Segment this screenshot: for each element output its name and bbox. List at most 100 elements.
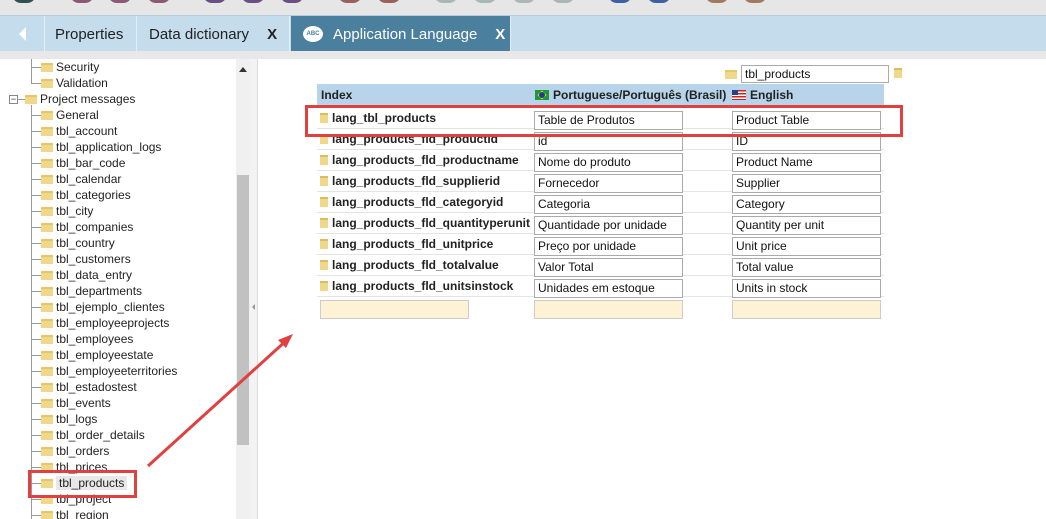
- toolbar-button[interactable]: [608, 0, 632, 3]
- toolbar-button[interactable]: [70, 0, 94, 3]
- folder-icon: [41, 286, 53, 296]
- tree-item-label: tbl_account: [56, 124, 118, 138]
- toolbar-button[interactable]: [743, 0, 767, 3]
- portuguese-input[interactable]: Preço por unidade: [534, 237, 683, 256]
- new-portuguese-input[interactable]: [534, 300, 683, 319]
- trash-icon[interactable]: [320, 239, 328, 249]
- tree-item[interactable]: tbl_companies: [41, 219, 133, 235]
- tree-item[interactable]: tbl_departments: [41, 283, 142, 299]
- toolbar-button[interactable]: [647, 0, 671, 3]
- toolbar-button[interactable]: [108, 0, 132, 3]
- trash-icon[interactable]: [320, 218, 328, 228]
- english-input[interactable]: Unit price: [732, 237, 881, 256]
- tree-item[interactable]: tbl_data_entry: [41, 267, 132, 283]
- tree-item[interactable]: tbl_order_details: [41, 427, 145, 443]
- trash-icon[interactable]: [320, 176, 328, 186]
- tree-item[interactable]: tbl_application_logs: [41, 139, 161, 155]
- close-tab-button[interactable]: X: [267, 26, 277, 43]
- folder-icon: [41, 206, 53, 216]
- tree-connector: [31, 227, 41, 228]
- toolbar-button[interactable]: [377, 0, 401, 3]
- trash-icon[interactable]: [320, 155, 328, 165]
- tree-item[interactable]: tbl_events: [41, 395, 111, 411]
- english-input[interactable]: Supplier: [732, 174, 881, 193]
- toolbar-button[interactable]: [338, 0, 362, 3]
- scrollbar-thumb[interactable]: [237, 175, 249, 445]
- toolbar-button[interactable]: [551, 0, 575, 3]
- tree-connector: [31, 179, 41, 180]
- english-input[interactable]: Units in stock: [732, 279, 881, 298]
- tab-label: Data dictionary: [149, 25, 250, 43]
- new-index-input[interactable]: [320, 300, 469, 319]
- tree-item[interactable]: tbl_logs: [41, 411, 97, 427]
- language-table: Index Portuguese/Português (Brasil) Engl…: [317, 84, 884, 319]
- folder-icon: [41, 222, 53, 232]
- toolbar-button[interactable]: [512, 0, 536, 3]
- portuguese-input[interactable]: Unidades em estoque: [534, 279, 683, 298]
- tree-item[interactable]: tbl_customers: [41, 251, 131, 267]
- toolbar-button[interactable]: [147, 0, 171, 3]
- folder-icon: [41, 414, 53, 424]
- collapse-arrow-icon[interactable]: [252, 304, 255, 310]
- tree-item[interactable]: tbl_employees: [41, 331, 133, 347]
- tree-item[interactable]: tbl_employeeterritories: [41, 363, 177, 379]
- tree-item[interactable]: tbl_calendar: [41, 171, 121, 187]
- tree-item[interactable]: tbl_ejemplo_clientes: [41, 299, 165, 315]
- trash-icon[interactable]: [894, 68, 902, 78]
- trash-icon[interactable]: [320, 260, 328, 270]
- tab-scroll-left-button[interactable]: [0, 16, 45, 52]
- tree-item[interactable]: tbl_region: [41, 507, 109, 519]
- project-tree: Security Validation Project messages − Gener…: [0, 59, 250, 519]
- tree-item[interactable]: General: [41, 107, 99, 123]
- tree-item[interactable]: tbl_city: [41, 203, 93, 219]
- tree-item[interactable]: Project messages: [25, 91, 135, 107]
- tree-item[interactable]: Security: [41, 59, 99, 75]
- tree-item[interactable]: tbl_employeestate: [41, 347, 153, 363]
- portuguese-input[interactable]: Quantidade por unidade: [534, 216, 683, 235]
- tree-item[interactable]: tbl_estadostest: [41, 379, 137, 395]
- tree-item[interactable]: tbl_country: [41, 235, 115, 251]
- trash-icon[interactable]: [320, 281, 328, 291]
- toolbar-button[interactable]: [705, 0, 729, 3]
- tree-item[interactable]: tbl_bar_code: [41, 155, 125, 171]
- table-row: lang_products_fld_unitprice Preço por un…: [317, 234, 884, 256]
- scroll-up-icon[interactable]: [239, 67, 247, 72]
- english-input[interactable]: Quantity per unit: [732, 216, 881, 235]
- tree-item[interactable]: tbl_account: [41, 123, 117, 139]
- tab-application-language[interactable]: ABC Application Language X: [291, 16, 511, 52]
- toolbar-button[interactable]: [280, 0, 304, 3]
- tree-connector: [31, 467, 41, 468]
- english-input[interactable]: Category: [732, 195, 881, 214]
- tab-data-dictionary[interactable]: Data dictionary X: [137, 16, 290, 52]
- tree-item[interactable]: tbl_orders: [41, 443, 109, 459]
- english-input[interactable]: Total value: [732, 258, 881, 277]
- tree-item-label: tbl_employees: [56, 332, 134, 346]
- folder-icon: [41, 190, 53, 200]
- table-name-input[interactable]: tbl_products: [741, 65, 889, 83]
- portuguese-input[interactable]: Valor Total: [534, 258, 683, 277]
- toolbar-button[interactable]: [12, 0, 36, 3]
- tree-item-label: tbl_orders: [56, 444, 110, 458]
- index-key: lang_products_fld_quantityperunit: [332, 216, 531, 230]
- header-portuguese: Portuguese/Português (Brasil): [535, 88, 726, 102]
- english-input[interactable]: Product Name: [732, 153, 881, 172]
- tree-item-label: tbl_calendar: [56, 172, 122, 186]
- portuguese-input[interactable]: Nome do produto: [534, 153, 683, 172]
- tree-item[interactable]: tbl_employeeprojects: [41, 315, 169, 331]
- tree-connector: [31, 211, 41, 212]
- portuguese-input[interactable]: Fornecedor: [534, 174, 683, 193]
- toolbar-button[interactable]: [241, 0, 265, 3]
- collapse-toggle[interactable]: −: [9, 95, 18, 104]
- tree-item[interactable]: Validation: [41, 75, 108, 91]
- panel-splitter[interactable]: [250, 59, 258, 519]
- toolbar-button[interactable]: [473, 0, 497, 3]
- trash-icon[interactable]: [320, 197, 328, 207]
- toolbar-button[interactable]: [203, 0, 227, 3]
- tree-item[interactable]: tbl_categories: [41, 187, 131, 203]
- portuguese-input[interactable]: Categoria: [534, 195, 683, 214]
- top-toolbar: [0, 0, 1046, 15]
- tab-properties[interactable]: Properties: [45, 16, 137, 52]
- new-english-input[interactable]: [732, 300, 881, 319]
- toolbar-button[interactable]: [434, 0, 458, 3]
- close-tab-button[interactable]: X: [495, 26, 505, 43]
